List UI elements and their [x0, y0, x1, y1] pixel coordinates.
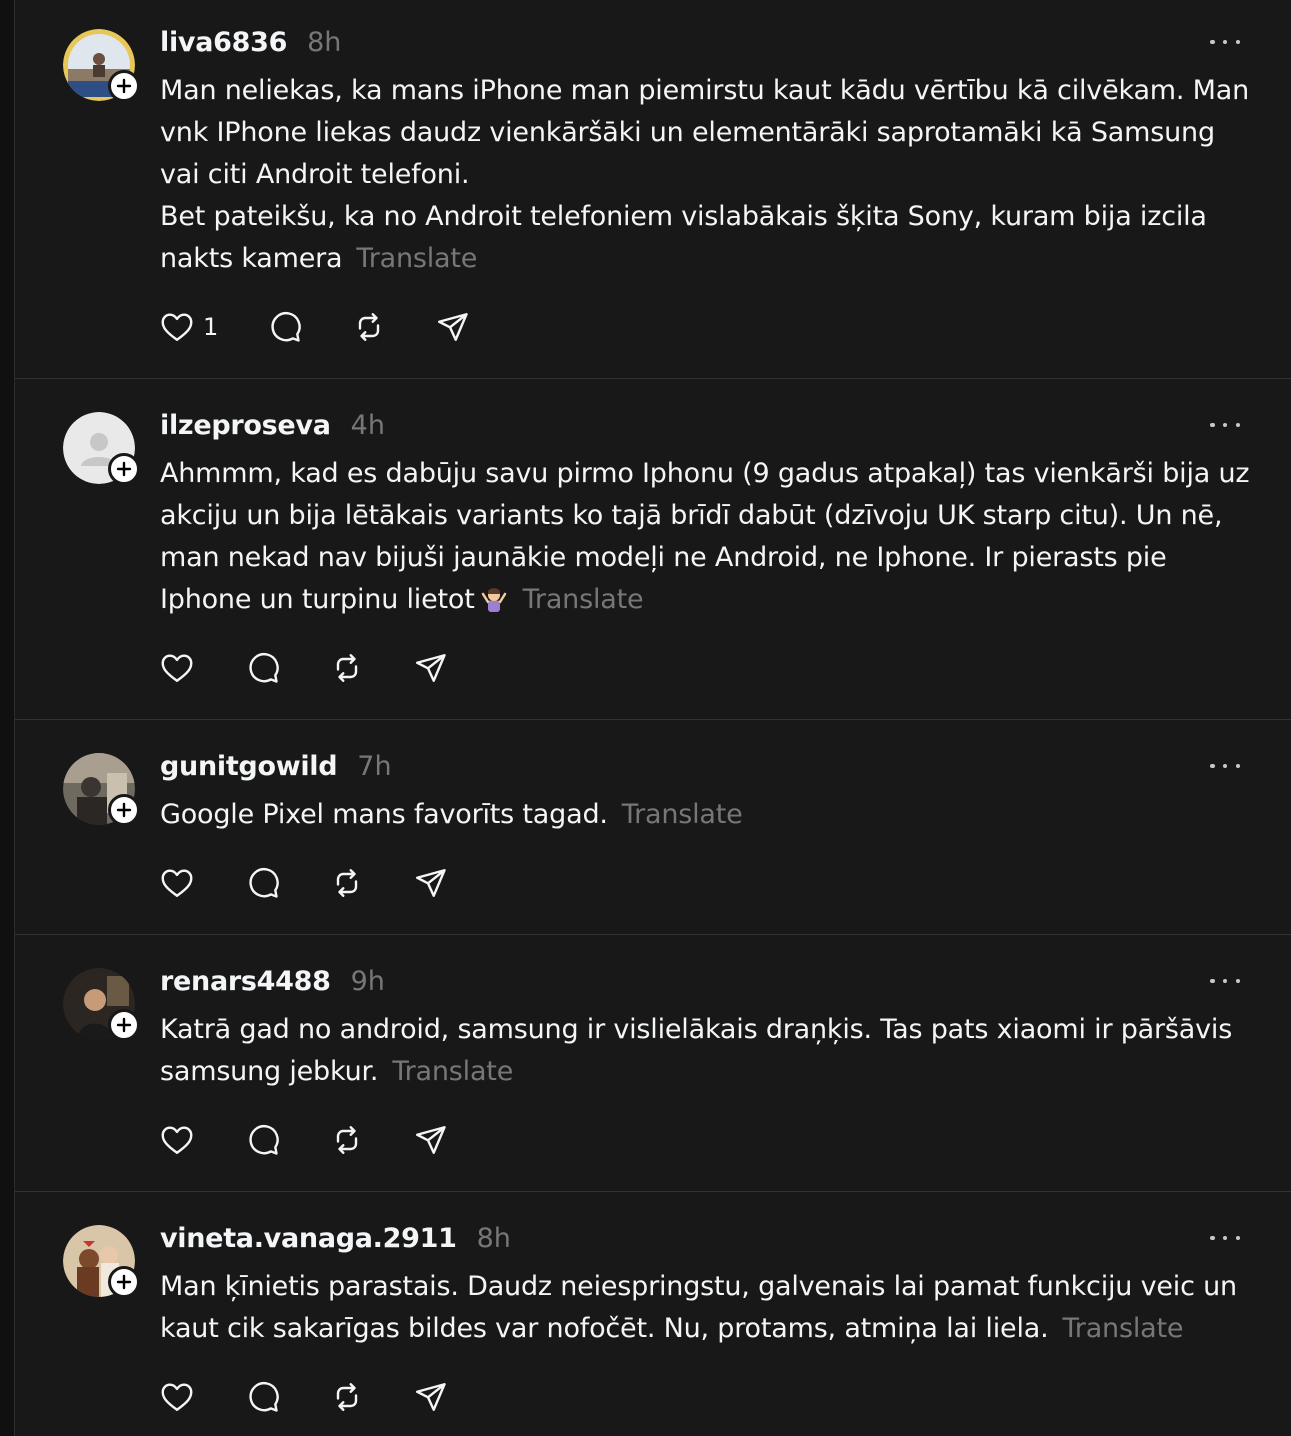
more-dots-icon	[1210, 422, 1215, 428]
follow-button[interactable]	[108, 1266, 140, 1298]
comment-icon	[271, 312, 301, 342]
username[interactable]: renars4488	[160, 965, 331, 999]
heart-icon	[161, 1383, 193, 1411]
plus-icon	[116, 1017, 132, 1033]
post-text: Google Pixel mans favorīts tagad. Transla…	[160, 794, 1250, 836]
like-count: 1	[203, 313, 219, 341]
share-button[interactable]	[413, 1120, 449, 1160]
like-button[interactable]	[159, 863, 195, 903]
reply-post: ilzeproseva 4h Ahmmm, kad es dabūju savu…	[15, 379, 1291, 720]
repost-button[interactable]	[329, 648, 365, 688]
reply-post: gunitgowild 7h Google Pixel mans favorīt…	[15, 720, 1291, 935]
post-header: ilzeproseva 4h	[160, 409, 385, 443]
like-button[interactable]	[159, 1120, 195, 1160]
translate-link[interactable]: Translate	[1062, 1313, 1183, 1344]
username[interactable]: vineta.vanaga.2911	[160, 1222, 457, 1256]
repost-icon	[336, 869, 358, 897]
more-options-button[interactable]	[1210, 975, 1240, 987]
repost-button[interactable]	[329, 863, 365, 903]
replies-feed: liva6836 8h Man neliekas, ka mans iPhone…	[14, 0, 1291, 1436]
post-time[interactable]: 8h	[307, 26, 341, 60]
more-dots-icon	[1210, 978, 1215, 984]
share-button[interactable]	[413, 648, 449, 688]
post-time[interactable]: 4h	[351, 409, 385, 443]
heart-icon	[161, 654, 193, 682]
reply-button[interactable]	[245, 863, 281, 903]
person-shrugging-emoji	[479, 584, 509, 627]
like-button[interactable]: 1	[159, 307, 218, 347]
username[interactable]: liva6836	[160, 26, 287, 60]
translate-link[interactable]: Translate	[356, 243, 477, 274]
plus-icon	[116, 1274, 132, 1290]
more-options-button[interactable]	[1210, 419, 1240, 431]
post-header: vineta.vanaga.2911 8h	[160, 1222, 511, 1256]
reply-post: renars4488 9h Katrā gad no android, sams…	[15, 935, 1291, 1192]
reply-button[interactable]	[245, 648, 281, 688]
repost-icon	[336, 1383, 358, 1411]
translate-link[interactable]: Translate	[392, 1056, 513, 1087]
post-text: Man neliekas, ka mans iPhone man piemirs…	[160, 70, 1250, 280]
more-dots-icon	[1210, 1235, 1215, 1241]
reply-button[interactable]	[245, 1377, 281, 1417]
more-options-button[interactable]	[1210, 1232, 1240, 1244]
more-dots-icon	[1210, 39, 1215, 45]
follow-button[interactable]	[108, 794, 140, 826]
post-time[interactable]: 8h	[477, 1222, 511, 1256]
send-icon	[416, 869, 446, 897]
follow-button[interactable]	[108, 1009, 140, 1041]
more-dots-icon	[1210, 763, 1215, 769]
post-body-text: Ahmmm, kad es dabūju savu pirmo Iphonu (…	[160, 458, 1250, 615]
heart-icon	[161, 313, 193, 341]
send-icon	[416, 1126, 446, 1154]
post-text: Katrā gad no android, samsung ir visliel…	[160, 1009, 1250, 1093]
repost-icon	[336, 1126, 358, 1154]
send-icon	[438, 313, 468, 341]
post-time[interactable]: 9h	[351, 965, 385, 999]
username[interactable]: gunitgowild	[160, 750, 338, 784]
post-body-text: Google Pixel mans favorīts tagad.	[160, 799, 608, 830]
more-options-button[interactable]	[1210, 760, 1240, 772]
more-options-button[interactable]	[1210, 36, 1240, 48]
post-header: liva6836 8h	[160, 26, 341, 60]
send-icon	[416, 1383, 446, 1411]
reply-button[interactable]	[267, 307, 303, 347]
post-body-text: Man neliekas, ka mans iPhone man piemirs…	[160, 75, 1250, 274]
translate-link[interactable]: Translate	[622, 799, 743, 830]
like-button[interactable]	[159, 1377, 195, 1417]
comment-icon	[249, 653, 279, 683]
comment-icon	[249, 868, 279, 898]
comment-icon	[249, 1125, 279, 1155]
plus-icon	[116, 461, 132, 477]
repost-icon	[336, 654, 358, 682]
reply-post: vineta.vanaga.2911 8h Man ķīnietis paras…	[15, 1192, 1291, 1436]
heart-icon	[161, 1126, 193, 1154]
repost-icon	[358, 313, 380, 341]
repost-button[interactable]	[329, 1120, 365, 1160]
reply-post: liva6836 8h Man neliekas, ka mans iPhone…	[15, 0, 1291, 379]
follow-button[interactable]	[108, 453, 140, 485]
reply-button[interactable]	[245, 1120, 281, 1160]
post-text: Man ķīnietis parastais. Daudz neiespring…	[160, 1266, 1250, 1350]
post-text: Ahmmm, kad es dabūju savu pirmo Iphonu (…	[160, 453, 1250, 627]
share-button[interactable]	[413, 863, 449, 903]
username[interactable]: ilzeproseva	[160, 409, 331, 443]
translate-link[interactable]: Translate	[523, 584, 644, 615]
like-button[interactable]	[159, 648, 195, 688]
post-header: gunitgowild 7h	[160, 750, 392, 784]
post-body-text: Katrā gad no android, samsung ir visliel…	[160, 1014, 1233, 1087]
plus-icon	[116, 802, 132, 818]
send-icon	[416, 654, 446, 682]
post-header: renars4488 9h	[160, 965, 385, 999]
share-button[interactable]	[413, 1377, 449, 1417]
repost-button[interactable]	[351, 307, 387, 347]
repost-button[interactable]	[329, 1377, 365, 1417]
follow-button[interactable]	[108, 70, 140, 102]
share-button[interactable]	[435, 307, 471, 347]
post-time[interactable]: 7h	[357, 750, 391, 784]
heart-icon	[161, 869, 193, 897]
comment-icon	[249, 1382, 279, 1412]
plus-icon	[116, 78, 132, 94]
